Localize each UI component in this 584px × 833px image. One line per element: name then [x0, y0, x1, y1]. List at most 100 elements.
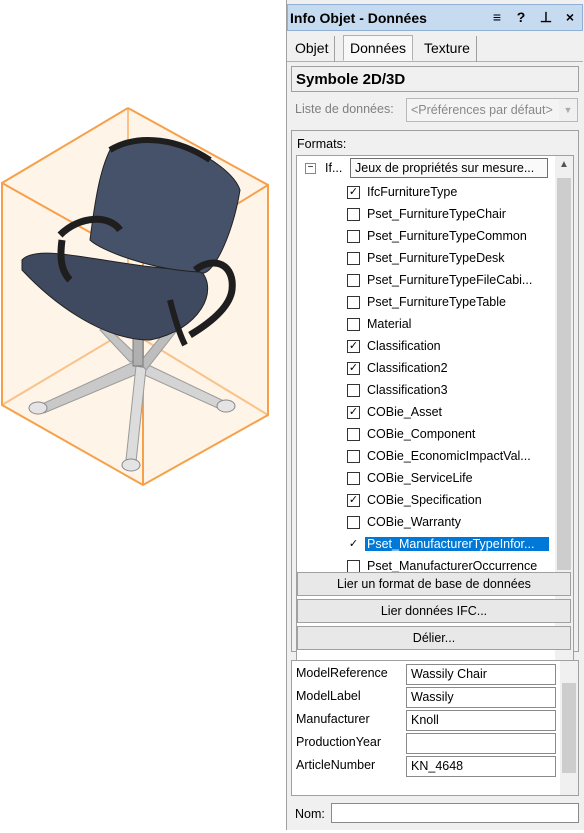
property-value-field[interactable]: Knoll — [406, 710, 556, 731]
format-item-label: Pset_FurnitureTypeChair — [367, 207, 506, 221]
help-icon[interactable]: ? — [512, 8, 530, 26]
format-item-label: Pset_FurnitureTypeFileCabi... — [367, 273, 533, 287]
format-item-label: COBie_EconomicImpactVal... — [367, 449, 531, 463]
chair-model-illustration[interactable] — [0, 0, 286, 830]
tab-donnees[interactable]: Données — [343, 35, 414, 61]
format-checkbox[interactable] — [347, 516, 360, 529]
format-item-label: COBie_Specification — [367, 493, 482, 507]
format-item-label: Pset_FurnitureTypeCommon — [367, 229, 527, 243]
property-key: ArticleNumber — [296, 758, 376, 772]
properties-scrollbar[interactable] — [560, 661, 578, 795]
format-checkbox[interactable]: ✓ — [347, 340, 360, 353]
format-item-label: COBie_ServiceLife — [367, 471, 473, 485]
format-checkbox[interactable]: ✓ — [347, 494, 360, 507]
link-database-format-button[interactable]: Lier un format de base de données — [297, 572, 571, 596]
format-item[interactable]: ✓ Classification — [347, 336, 557, 358]
format-item[interactable]: Pset_FurnitureTypeDesk — [347, 248, 557, 270]
format-item-label: Classification2 — [367, 361, 448, 375]
tree-root-label: If... — [325, 161, 343, 175]
custom-property-sets-button[interactable]: Jeux de propriétés sur mesure... — [350, 158, 548, 178]
unlink-button[interactable]: Délier... — [297, 626, 571, 650]
property-row: ModelReference Wassily Chair — [292, 663, 560, 686]
format-item-label: COBie_Warranty — [367, 515, 462, 529]
property-row: ModelLabel Wassily — [292, 686, 560, 709]
property-value-field[interactable]: Wassily Chair — [406, 664, 556, 685]
tab-objet[interactable]: Objet — [289, 36, 336, 62]
format-item-label: IfcFurnitureType — [367, 185, 458, 199]
format-checkbox[interactable] — [347, 296, 360, 309]
format-item[interactable]: ✓ Pset_ManufacturerTypeInfor... — [347, 534, 557, 556]
3d-viewport[interactable] — [0, 0, 286, 830]
data-list-label: Liste de données: — [295, 102, 394, 116]
data-list-row: Liste de données: <Préférences par défau… — [291, 95, 579, 126]
scroll-thumb[interactable] — [557, 178, 571, 570]
format-item[interactable]: ✓ COBie_Specification — [347, 490, 557, 512]
format-item-label: COBie_Component — [367, 427, 476, 441]
format-checkbox[interactable] — [347, 252, 360, 265]
property-key: Manufacturer — [296, 712, 370, 726]
format-item-label: Pset_FurnitureTypeTable — [367, 295, 506, 309]
format-checkbox[interactable] — [347, 428, 360, 441]
chevron-down-icon[interactable]: ▼ — [559, 99, 577, 121]
name-label: Nom: — [295, 807, 325, 821]
format-checkbox[interactable] — [347, 230, 360, 243]
properties-table: ModelReference Wassily Chair ModelLabel … — [291, 660, 579, 796]
format-item[interactable]: COBie_ServiceLife — [347, 468, 557, 490]
format-item[interactable]: ✓ COBie_Asset — [347, 402, 557, 424]
format-item[interactable]: Pset_FurnitureTypeCommon — [347, 226, 557, 248]
format-item-label: Pset_FurnitureTypeDesk — [367, 251, 505, 265]
property-value-field[interactable]: Wassily — [406, 687, 556, 708]
property-value-field[interactable]: KN_4648 — [406, 756, 556, 777]
format-checkbox[interactable]: ✓ — [347, 186, 360, 199]
format-item-label: Pset_ManufacturerOccurrence — [367, 559, 538, 573]
symbol-header: Symbole 2D/3D — [291, 66, 579, 92]
property-row: Manufacturer Knoll — [292, 709, 560, 732]
property-key: ModelReference — [296, 666, 388, 680]
data-list-value: <Préférences par défaut> — [411, 103, 553, 117]
format-item-label: COBie_Asset — [367, 405, 443, 419]
palette-tabs: Objet Données Texture — [287, 34, 583, 62]
name-input[interactable] — [331, 803, 579, 823]
data-list-select[interactable]: <Préférences par défaut> ▼ — [406, 98, 578, 122]
format-checkbox[interactable] — [347, 318, 360, 331]
symbol-label: Symbole 2D/3D — [296, 71, 406, 88]
tab-texture[interactable]: Texture — [418, 36, 477, 62]
format-checkbox[interactable] — [347, 384, 360, 397]
property-row: ArticleNumber KN_4648 — [292, 755, 560, 778]
pin-icon[interactable]: ⊥ — [537, 8, 555, 26]
format-item[interactable]: COBie_EconomicImpactVal... — [347, 446, 557, 468]
format-item[interactable]: Pset_FurnitureTypeChair — [347, 204, 557, 226]
scroll-up-icon[interactable]: ▲ — [555, 156, 573, 174]
close-icon[interactable]: × — [561, 8, 579, 26]
format-checkbox[interactable] — [347, 208, 360, 221]
format-item[interactable]: ✓ IfcFurnitureType — [347, 182, 557, 204]
format-item[interactable]: ✓ Classification2 — [347, 358, 557, 380]
link-ifc-data-button[interactable]: Lier données IFC... — [297, 599, 571, 623]
format-checkbox[interactable]: ✓ — [347, 406, 360, 419]
property-value-field[interactable] — [406, 733, 556, 754]
scroll-thumb[interactable] — [562, 683, 576, 773]
format-checkbox[interactable]: ✓ — [347, 362, 360, 375]
format-item-label: Material — [367, 317, 412, 331]
property-key: ProductionYear — [296, 735, 382, 749]
format-item[interactable]: Pset_FurnitureTypeTable — [347, 292, 557, 314]
menu-icon[interactable]: ≡ — [488, 8, 506, 26]
palette-title: Info Objet - Données — [290, 10, 427, 26]
formats-label: Formats: — [297, 137, 347, 151]
format-checkbox[interactable] — [347, 274, 360, 287]
name-row: Nom: — [291, 803, 579, 827]
format-checkbox[interactable]: ✓ — [347, 538, 360, 551]
format-item[interactable]: COBie_Warranty — [347, 512, 557, 534]
format-item[interactable]: Classification3 — [347, 380, 557, 402]
format-item[interactable]: COBie_Component — [347, 424, 557, 446]
format-checkbox[interactable] — [347, 450, 360, 463]
format-item[interactable]: Pset_FurnitureTypeFileCabi... — [347, 270, 557, 292]
format-item-label: Classification — [367, 339, 441, 353]
format-item-label: Pset_ManufacturerTypeInfor... — [365, 537, 549, 551]
palette-titlebar[interactable]: Info Objet - Données ≡ ? ⊥ × — [287, 4, 583, 31]
property-row: ProductionYear — [292, 732, 560, 755]
collapse-icon[interactable]: − — [305, 163, 316, 174]
format-item[interactable]: Material — [347, 314, 557, 336]
property-key: ModelLabel — [296, 689, 361, 703]
format-checkbox[interactable] — [347, 472, 360, 485]
